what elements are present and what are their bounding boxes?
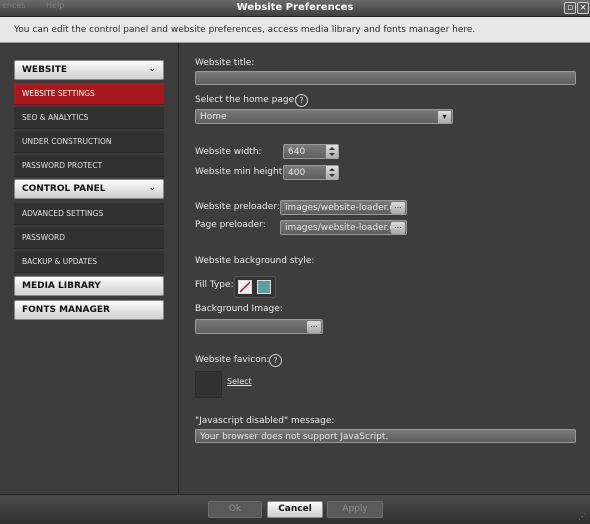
title-bar: ences Help Website Preferences ▫ × (0, 0, 590, 17)
js-disabled-input[interactable]: Your browser does not support JavaScript… (195, 429, 576, 443)
page-preloader-field[interactable]: images/website-loader.gif ... (280, 220, 407, 235)
restore-button[interactable]: ▫ (564, 2, 576, 14)
spinner-arrows-icon[interactable] (325, 166, 338, 180)
browse-button[interactable]: ... (391, 222, 405, 234)
apply-button[interactable]: Apply (327, 501, 383, 518)
section-website[interactable]: WEBSITE ⌄ (14, 60, 164, 80)
favicon-label: Website favicon: (195, 355, 270, 365)
sidebar-item-under-construction[interactable]: UNDER CONSTRUCTION (14, 131, 164, 153)
info-bar: You can edit the control panel and websi… (0, 17, 590, 43)
sidebar-item-label: UNDER CONSTRUCTION (22, 137, 112, 146)
sidebar-item-label: WEBSITE SETTINGS (22, 89, 95, 98)
section-fonts-manager[interactable]: FONTS MANAGER (14, 300, 164, 320)
website-title-input[interactable] (195, 71, 576, 85)
website-width-stepper[interactable]: 640 (283, 144, 339, 159)
ok-button[interactable]: Ok (208, 501, 262, 518)
settings-panel: Website title: Select the home page: ? H… (179, 43, 590, 494)
footer-bar: Ok Cancel Apply ⋰ (0, 494, 590, 524)
favicon-select-link[interactable]: Select (227, 377, 252, 386)
sidebar: WEBSITE ⌄ WEBSITE SETTINGS SEO & ANALYTI… (0, 43, 179, 494)
website-preloader-field[interactable]: images/website-loader.gif ... (280, 200, 407, 215)
chevron-down-icon: ⌄ (148, 64, 156, 74)
page-preloader-label: Page preloader: (195, 220, 266, 230)
website-preloader-value: images/website-loader.gif (285, 203, 401, 213)
section-label: FONTS MANAGER (22, 305, 110, 315)
section-label: MEDIA LIBRARY (22, 281, 101, 291)
solid-fill-icon[interactable] (257, 280, 271, 294)
spinner-arrows-icon[interactable] (325, 145, 338, 159)
website-title-label: Website title: (195, 58, 255, 68)
cancel-button[interactable]: Cancel (267, 501, 323, 518)
favicon-preview (195, 371, 222, 398)
sidebar-item-advanced-settings[interactable]: ADVANCED SETTINGS (14, 203, 164, 225)
background-style-label: Website background style: (195, 256, 315, 266)
fill-type-group (234, 276, 276, 298)
section-label: CONTROL PANEL (22, 184, 106, 194)
close-button[interactable]: × (577, 2, 589, 14)
js-disabled-label: "Javascript disabled" message: (195, 416, 335, 426)
sidebar-item-label: PASSWORD PROTECT (22, 161, 103, 170)
sidebar-item-label: BACKUP & UPDATES (22, 257, 98, 266)
help-icon[interactable]: ? (269, 354, 282, 367)
home-page-label: Select the home page: (195, 95, 298, 105)
close-icon: × (579, 3, 587, 13)
preferences-window: ences Help Website Preferences ▫ × You c… (0, 0, 590, 524)
browse-button[interactable]: ... (391, 202, 405, 214)
sidebar-item-website-settings[interactable]: WEBSITE SETTINGS (14, 83, 164, 105)
page-preloader-value: images/website-loader.gif (285, 223, 401, 233)
home-page-value: Home (200, 112, 227, 122)
sidebar-item-password[interactable]: PASSWORD (14, 227, 164, 249)
chevron-down-icon: ▾ (438, 111, 451, 123)
sidebar-item-label: SEO & ANALYTICS (22, 113, 89, 122)
js-disabled-value: Your browser does not support JavaScript… (200, 432, 389, 442)
background-image-field[interactable]: ... (195, 319, 323, 334)
background-image-label: Background Image: (195, 304, 283, 314)
website-min-height-value: 400 (288, 168, 306, 178)
fill-type-label: Fill Type: (195, 280, 234, 290)
home-page-select[interactable]: Home ▾ (195, 109, 453, 124)
section-media-library[interactable]: MEDIA LIBRARY (14, 276, 164, 296)
window-title: Website Preferences (236, 2, 354, 13)
website-min-height-stepper[interactable]: 400 (283, 165, 339, 180)
website-preloader-label: Website preloader: (195, 202, 280, 212)
website-width-value: 640 (288, 147, 306, 157)
section-label: WEBSITE (22, 65, 68, 75)
resize-grip-icon[interactable]: ⋰ (578, 512, 586, 521)
restore-icon: ▫ (566, 3, 574, 13)
help-icon[interactable]: ? (295, 94, 308, 107)
browse-button[interactable]: ... (307, 321, 321, 333)
website-width-label: Website width: (195, 147, 262, 157)
chevron-down-icon: ⌄ (148, 183, 156, 193)
section-control-panel[interactable]: CONTROL PANEL ⌄ (14, 179, 164, 199)
website-min-height-label: Website min height: (195, 167, 286, 177)
info-text: You can edit the control panel and websi… (14, 25, 476, 35)
sidebar-item-label: ADVANCED SETTINGS (22, 209, 104, 218)
sidebar-item-password-protect[interactable]: PASSWORD PROTECT (14, 155, 164, 177)
sidebar-item-seo-analytics[interactable]: SEO & ANALYTICS (14, 107, 164, 129)
sidebar-item-backup-updates[interactable]: BACKUP & UPDATES (14, 251, 164, 273)
no-fill-icon[interactable] (238, 280, 252, 294)
sidebar-item-label: PASSWORD (22, 233, 66, 242)
